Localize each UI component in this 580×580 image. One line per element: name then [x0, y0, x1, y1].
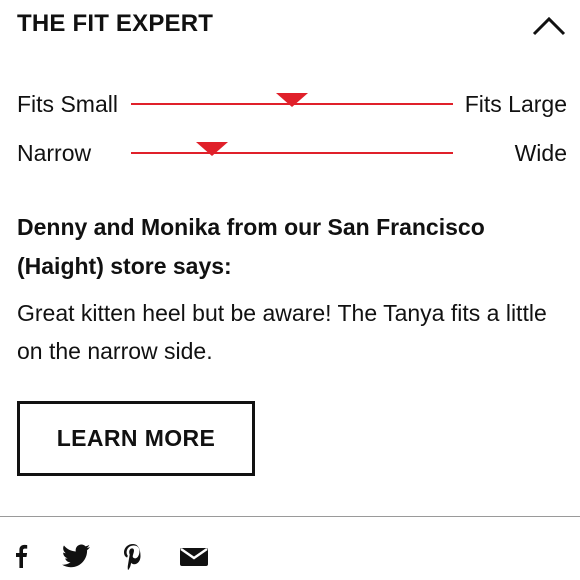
scale-left-label: Narrow — [17, 140, 92, 166]
scale-track — [131, 93, 453, 107]
pinterest-icon[interactable] — [122, 544, 144, 575]
quote-heading: Denny and Monika from our San Francisco … — [17, 214, 485, 279]
scale-track — [131, 142, 453, 156]
chevron-up-icon[interactable] — [531, 12, 567, 40]
scale-marker — [276, 93, 308, 107]
scale-left-label: Fits Small — [17, 91, 118, 117]
fit-scale-width: Narrow Wide — [17, 138, 567, 168]
twitter-icon[interactable] — [62, 544, 90, 573]
scale-right-label: Fits Large — [464, 91, 567, 117]
scale-marker — [195, 142, 228, 156]
scale-right-label: Wide — [514, 140, 567, 166]
fit-scale-size: Fits Small Fits Large — [17, 89, 567, 119]
section-title: THE FIT EXPERT — [17, 10, 214, 37]
divider — [0, 516, 580, 517]
fit-expert-header: THE FIT EXPERT — [17, 8, 567, 42]
facebook-icon[interactable] — [14, 544, 28, 573]
email-icon[interactable] — [180, 548, 208, 571]
learn-more-button[interactable]: LEARN MORE — [17, 401, 255, 476]
quote-body: Great kitten heel but be aware! The Tany… — [17, 300, 547, 364]
